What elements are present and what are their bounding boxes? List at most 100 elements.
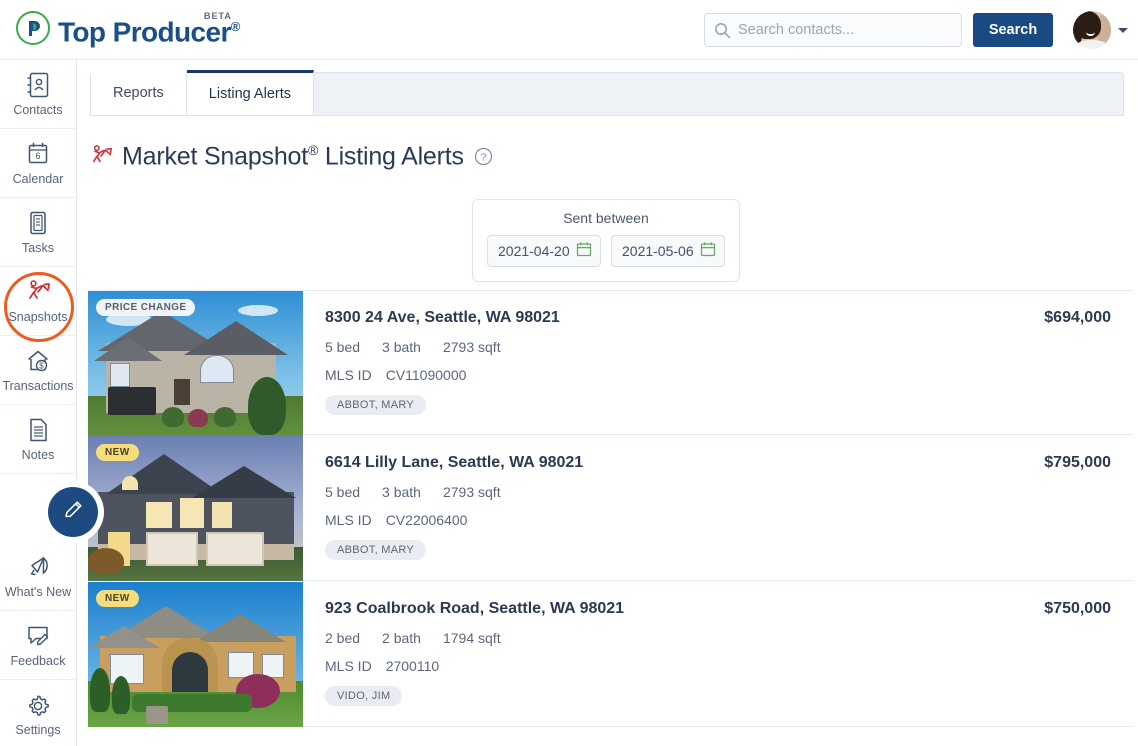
mls-value: CV11090000: [385, 367, 467, 383]
listing-sqft: 2793 sqft: [442, 484, 501, 500]
page-title: Market Snapshot® Listing Alerts: [122, 142, 464, 171]
listing-mls: MLS ID CV11090000: [325, 367, 1044, 383]
header-right-cluster: Search: [704, 0, 1138, 60]
listing-info: 8300 24 Ave, Seattle, WA 98021 5 bed 3 ba…: [303, 291, 1044, 434]
listing-sqft: 1794 sqft: [442, 630, 501, 646]
search-icon: [714, 22, 731, 39]
page-title-main: Market Snapshot: [122, 142, 308, 171]
end-date-field[interactable]: 2021-05-06: [611, 235, 725, 267]
sidebar-item-label: Tasks: [22, 240, 54, 255]
search-input[interactable]: [738, 22, 938, 38]
page-title-rest: Listing Alerts: [318, 142, 464, 171]
listing-mls: MLS ID CV22006400: [325, 512, 1044, 528]
comment-pencil-icon: [25, 623, 51, 650]
sidebar-item-notes[interactable]: Notes: [0, 405, 76, 474]
app-root: Top Producer® BETA Search contacts... Se…: [0, 0, 1138, 746]
listing-baths: 3 bath: [382, 339, 421, 355]
sidebar-item-whats-new[interactable]: What's New: [0, 542, 76, 611]
listing-alerts-list: PRICE CHANGE 8300 24 Ave, Seattle, WA 98…: [88, 290, 1133, 727]
main-content: Reports Listing Alerts Market Snapshot® …: [78, 60, 1138, 746]
listing-specs: 5 bed 3 bath 2793 sqft: [325, 484, 1044, 500]
listing-baths: 3 bath: [382, 484, 421, 500]
sidebar-item-settings[interactable]: Settings: [0, 680, 76, 746]
top-header-bar: Top Producer® BETA Search: [0, 0, 1138, 60]
svg-text:?: ?: [480, 152, 486, 164]
mls-label: MLS ID: [325, 658, 372, 674]
megaphone-icon: [25, 554, 51, 581]
sidebar-item-contacts[interactable]: Contacts: [0, 60, 76, 129]
market-snapshot-icon: [24, 279, 52, 306]
listing-beds: 2 bed: [325, 630, 361, 646]
sidebar-item-label: What's New: [4, 584, 72, 599]
start-date-field[interactable]: 2021-04-20: [487, 235, 601, 267]
listing-price: $694,000: [1044, 309, 1111, 326]
mls-value: 2700110: [385, 658, 440, 674]
brand-logo[interactable]: Top Producer® BETA: [16, 7, 240, 52]
sidebar-item-label: Calendar: [12, 171, 64, 186]
sidebar-item-label: Settings: [15, 723, 61, 738]
mls-label: MLS ID: [325, 512, 372, 528]
svg-text:$: $: [39, 362, 44, 371]
quick-add-button[interactable]: [48, 487, 98, 537]
listing-info: 6614 Lilly Lane, Seattle, WA 98021 5 bed…: [303, 436, 1044, 580]
gear-icon: [25, 692, 51, 719]
brand-registered-mark: ®: [230, 18, 241, 34]
sidebar-item-feedback[interactable]: Feedback: [0, 611, 76, 680]
table-row[interactable]: NEW 6614 Lilly Lane, Seattle, WA 98021 5…: [88, 436, 1133, 581]
listing-photo[interactable]: PRICE CHANGE: [88, 291, 303, 436]
table-row[interactable]: NEW 923 Coalbrook Road, Seattle, WA 9802…: [88, 582, 1133, 727]
sidebar-item-tasks[interactable]: Tasks: [0, 198, 76, 267]
agent-chip: ABBOT, MARY: [325, 395, 427, 415]
listing-beds: 5 bed: [325, 484, 361, 500]
listing-specs: 2 bed 2 bath 1794 sqft: [325, 630, 1044, 646]
filter-label: Sent between: [563, 210, 649, 226]
start-date-value: 2021-04-20: [498, 243, 570, 259]
listing-price: $750,000: [1044, 600, 1111, 617]
listing-beds: 5 bed: [325, 339, 361, 355]
search-button[interactable]: Search: [973, 13, 1053, 47]
page-title-row: Market Snapshot® Listing Alerts ?: [88, 142, 1138, 171]
table-row[interactable]: PRICE CHANGE 8300 24 Ave, Seattle, WA 98…: [88, 290, 1133, 436]
house-dollar-icon: $: [25, 348, 51, 375]
listing-address: 6614 Lilly Lane, Seattle, WA 98021: [325, 454, 584, 471]
user-menu[interactable]: [1073, 11, 1128, 49]
sidebar-item-transactions[interactable]: $ Transactions: [0, 336, 76, 405]
tasks-clipboard-icon: [26, 210, 50, 237]
avatar[interactable]: [1073, 11, 1111, 49]
sidebar-item-calendar[interactable]: 6 Calendar: [0, 129, 76, 198]
sidebar-item-label: Transactions: [2, 378, 74, 393]
notes-document-icon: [26, 417, 50, 444]
calendar-icon[interactable]: [576, 241, 592, 262]
sidebar-item-label: Notes: [21, 447, 55, 462]
calendar-icon[interactable]: [700, 241, 716, 262]
sent-between-filter: Sent between 2021-04-20 2021-05-06: [472, 199, 740, 282]
mls-value: CV22006400: [385, 512, 468, 528]
tab-listing-alerts[interactable]: Listing Alerts: [186, 70, 314, 115]
listing-photo[interactable]: NEW: [88, 436, 303, 581]
search-box[interactable]: [704, 13, 962, 47]
tab-reports[interactable]: Reports: [91, 71, 187, 115]
sidebar-item-label: Feedback: [10, 653, 66, 668]
left-sidebar: Contacts 6 Calendar Tasks Snapshots $ Tr…: [0, 60, 77, 746]
listing-specs: 5 bed 3 bath 2793 sqft: [325, 339, 1044, 355]
listing-address: 8300 24 Ave, Seattle, WA 98021: [325, 309, 560, 326]
market-snapshot-icon: [88, 144, 114, 170]
registered-mark: ®: [308, 142, 319, 158]
contacts-icon: [26, 72, 50, 99]
agent-chip: VIDO, JIM: [325, 686, 403, 706]
calendar-icon: 6: [26, 141, 50, 168]
listing-photo[interactable]: NEW: [88, 582, 303, 727]
status-badge: PRICE CHANGE: [96, 299, 196, 316]
chevron-down-icon[interactable]: [1118, 27, 1128, 33]
listing-sqft: 2793 sqft: [442, 339, 501, 355]
status-badge: NEW: [96, 590, 139, 607]
listing-address: 923 Coalbrook Road, Seattle, WA 98021: [325, 600, 625, 617]
help-question-icon[interactable]: ?: [474, 147, 493, 166]
end-date-value: 2021-05-06: [622, 243, 694, 259]
pencil-icon: [61, 498, 85, 527]
top-producer-logo-icon: [16, 10, 50, 45]
sidebar-item-snapshots[interactable]: Snapshots: [0, 267, 76, 336]
listing-baths: 2 bath: [382, 630, 421, 646]
status-badge: NEW: [96, 444, 139, 461]
listing-mls: MLS ID 2700110: [325, 658, 1044, 674]
